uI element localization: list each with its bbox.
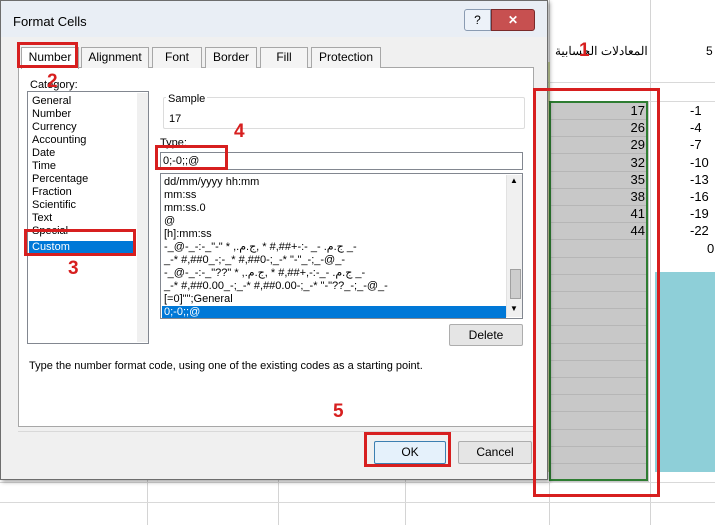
format-list-scrollbar[interactable]: ▲ ▼ xyxy=(506,175,522,317)
tab-protection[interactable]: Protection xyxy=(311,47,381,68)
sheet-cell-right[interactable]: -4 xyxy=(690,120,715,135)
sample-group xyxy=(163,97,525,129)
category-item-scientific[interactable]: Scientific xyxy=(32,199,76,212)
sheet-cell-right[interactable]: -19 xyxy=(690,206,715,221)
annotation-number-5: 5 xyxy=(333,401,344,422)
sheet-cell-right[interactable]: -13 xyxy=(690,172,715,187)
column-header-right: 5 xyxy=(706,44,713,58)
scroll-thumb[interactable] xyxy=(510,269,521,299)
annotation-number-4: 4 xyxy=(234,121,245,142)
scroll-up-arrow-icon[interactable]: ▲ xyxy=(510,176,518,185)
format-code-item[interactable]: mm:ss xyxy=(164,189,196,202)
description-text: Type the number format code, using one o… xyxy=(29,360,423,372)
tab-border[interactable]: Border xyxy=(205,47,257,68)
annotation-box-cell-range xyxy=(533,88,660,497)
sample-label: Sample xyxy=(166,93,208,105)
tab-fill[interactable]: Fill xyxy=(260,47,308,68)
category-item-currency[interactable]: Currency xyxy=(32,121,77,134)
category-item-time[interactable]: Time xyxy=(32,160,56,173)
annotation-number-3: 3 xyxy=(68,258,79,279)
teal-fill-area xyxy=(655,272,715,472)
tab-alignment[interactable]: Alignment xyxy=(81,47,149,68)
arabic-column-header: المعادلات الحسابية xyxy=(555,44,648,58)
sheet-cell-right[interactable]: 0 xyxy=(707,241,715,256)
annotation-box-number-tab xyxy=(17,42,78,68)
format-code-item[interactable]: @ xyxy=(164,215,175,228)
category-item-percentage[interactable]: Percentage xyxy=(32,173,88,186)
sheet-cell-right[interactable]: -7 xyxy=(690,137,715,152)
delete-button[interactable]: Delete xyxy=(449,324,523,346)
annotation-number-2: 2 xyxy=(47,71,58,92)
sheet-cell-right[interactable]: -16 xyxy=(690,189,715,204)
format-code-item[interactable]: -_@-_-:-_"-" * ,ج.م.‏ -_ -:-+##,# * ,ج.م… xyxy=(164,241,357,254)
dialog-title: Format Cells xyxy=(13,14,87,29)
category-list[interactable]: General Number Currency Accounting Date Time P… xyxy=(27,91,149,344)
dialog-titlebar[interactable]: Format Cells ? ✕ xyxy=(1,1,547,37)
annotation-box-type-input xyxy=(155,145,228,170)
category-item-general[interactable]: General xyxy=(32,95,71,108)
category-item-fraction[interactable]: Fraction xyxy=(32,186,72,199)
sheet-cell-right[interactable]: -22 xyxy=(690,223,715,238)
footer-separator xyxy=(18,431,534,432)
cancel-button[interactable]: Cancel xyxy=(458,441,532,464)
close-button[interactable]: ✕ xyxy=(491,9,535,31)
format-code-item[interactable]: 0;-0;;@ xyxy=(162,306,506,318)
format-code-item[interactable]: dd/mm/yyyy hh:mm xyxy=(164,176,259,189)
annotation-box-custom-category xyxy=(24,229,136,256)
format-code-item[interactable]: _-* #,##0_-;-_* #,##0-;_-* "-"_-;_-@_- xyxy=(164,254,345,267)
format-code-list[interactable]: ▲ ▼ dd/mm/yyyy hh:mm mm:ss mm:ss.0 @ [h]:mm:… xyxy=(160,173,523,319)
category-item-number[interactable]: Number xyxy=(32,108,71,121)
format-code-item[interactable]: _-* #,##0.00_-;_-* #,##0.00-;_-* "-"??_-… xyxy=(164,280,388,293)
annotation-number-1: 1 xyxy=(579,40,590,61)
category-scrollbar[interactable] xyxy=(137,93,148,342)
format-code-item[interactable]: [=0]"";General xyxy=(164,293,233,306)
scroll-down-arrow-icon[interactable]: ▼ xyxy=(510,304,518,313)
category-item-date[interactable]: Date xyxy=(32,147,55,160)
category-item-text[interactable]: Text xyxy=(32,212,52,225)
sample-value: 17 xyxy=(169,113,182,125)
category-item-accounting[interactable]: Accounting xyxy=(32,134,86,147)
format-code-item[interactable]: -_@-_-:-_"??" * ,ج.م.‏ -_-:-,+##,# * ,ج.… xyxy=(164,267,365,280)
sheet-cell-right[interactable]: -1 xyxy=(690,103,715,118)
format-code-item[interactable]: mm:ss.0 xyxy=(164,202,206,215)
format-code-item[interactable]: [h]:mm:ss xyxy=(164,228,212,241)
annotation-box-ok-button xyxy=(364,432,451,467)
help-button[interactable]: ? xyxy=(464,9,491,31)
tab-font[interactable]: Font xyxy=(152,47,202,68)
sheet-cell-right[interactable]: -10 xyxy=(690,155,715,170)
